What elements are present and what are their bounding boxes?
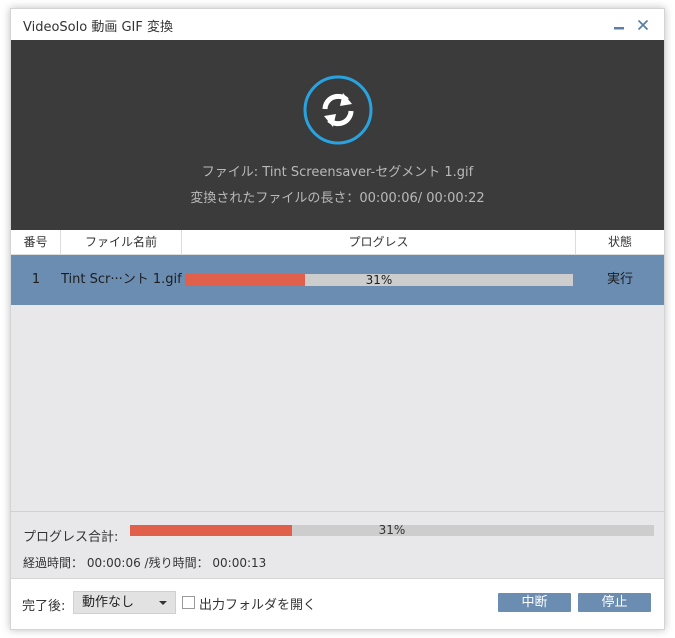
total-progress-bar: 31% — [130, 523, 654, 537]
total-progress-text: 31% — [378, 523, 406, 537]
after-completion-value: 動作なし — [82, 595, 135, 610]
minimize-button[interactable] — [608, 14, 630, 36]
minimize-icon — [614, 27, 624, 30]
footer-bar: 完了後: 動作なし 出力フォルダを開く 中断 停止 — [11, 578, 664, 629]
converted-length-text: 変換されたファイルの長さ：00:00:06/ 00:00:22 — [190, 191, 485, 206]
open-folder-checkbox[interactable] — [182, 596, 195, 609]
close-button[interactable] — [632, 14, 654, 36]
open-folder-label[interactable]: 出力フォルダを開く — [199, 594, 316, 613]
table-row[interactable]: 1 Tint Scr···ント 1.gif 31% 実行 — [11, 255, 664, 305]
task-list: 1 Tint Scr···ント 1.gif 31% 実行 — [11, 255, 664, 511]
total-progress-label: プログレス合計: — [23, 530, 119, 545]
elapsed-remaining-time: 経過時間： 00:00:06 /残り時間： 00:00:13 — [23, 556, 267, 570]
row-state: 実行 — [606, 272, 633, 287]
column-header-state: 状態 — [607, 235, 632, 249]
close-icon — [637, 19, 649, 31]
after-completion-select[interactable]: 動作なし — [73, 591, 176, 614]
current-file-text: ファイル: Tint Screensaver-セグメント 1.gif — [201, 165, 474, 180]
after-completion-label: 完了後: — [22, 599, 66, 614]
column-header-no: 番号 — [11, 230, 61, 254]
table-header: 番号 ファイル名前 プログレス 状態 — [11, 230, 664, 255]
total-progress-panel: プログレス合計: 31% 経過時間： 00:00:06 /残り時間： 00:00… — [11, 511, 664, 578]
window-title: VideoSolo 動画 GIF 変換 — [23, 20, 173, 35]
row-progress-bar: 31% — [185, 273, 573, 287]
pause-button[interactable]: 中断 — [498, 593, 571, 612]
column-header-progress: プログレス — [182, 230, 576, 254]
converter-window: VideoSolo 動画 GIF 変換 ファイル: Tint Screensav… — [10, 8, 665, 630]
stop-button[interactable]: 停止 — [578, 593, 651, 612]
row-number: 1 — [31, 272, 41, 287]
chevron-down-icon — [159, 592, 167, 620]
row-filename: Tint Scr···ント 1.gif — [61, 272, 182, 287]
title-bar: VideoSolo 動画 GIF 変換 — [11, 9, 664, 40]
column-header-filename: ファイル名前 — [61, 230, 182, 254]
row-progress-text: 31% — [365, 273, 393, 287]
refresh-convert-icon — [303, 75, 373, 145]
conversion-preview: ファイル: Tint Screensaver-セグメント 1.gif 変換された… — [11, 40, 664, 230]
